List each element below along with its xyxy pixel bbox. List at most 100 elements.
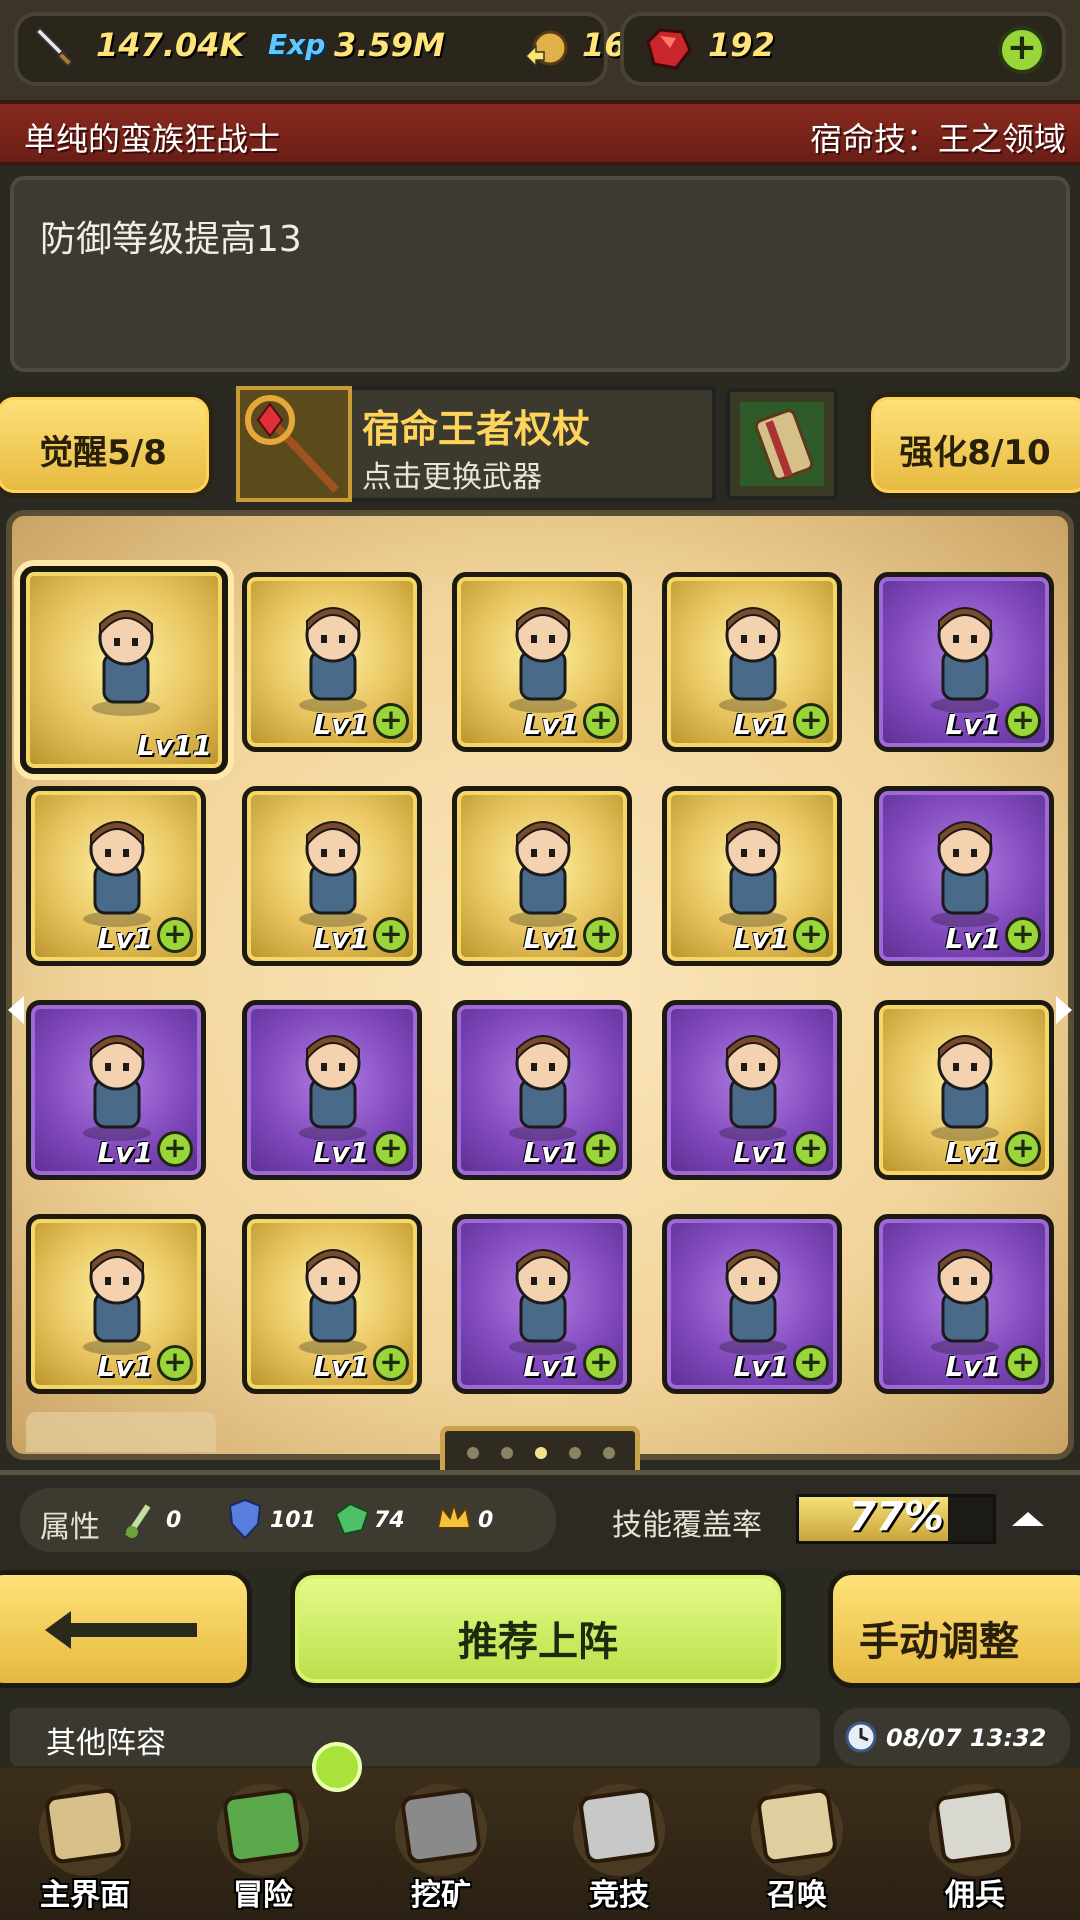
hero-card[interactable]: Lv1 + [26, 1214, 206, 1394]
hero-level: Lv1 [97, 1350, 153, 1383]
nav-label: 挖矿 [411, 1878, 471, 1913]
level-up-plus-icon[interactable]: + [373, 1131, 409, 1167]
expand-stats-arrow-icon[interactable] [1012, 1512, 1044, 1526]
hero-card[interactable]: Lv1 + [874, 1214, 1054, 1394]
hero-card[interactable]: Lv1 + [874, 786, 1054, 966]
nav-item[interactable]: 挖矿 [356, 1770, 526, 1920]
prev-page-arrow[interactable] [8, 996, 24, 1024]
hero-card[interactable]: Lv1 + [242, 572, 422, 752]
scepter-icon [245, 395, 339, 493]
nav-item[interactable]: 竞技 [534, 1770, 704, 1920]
silver-hair-girl-icon [285, 595, 381, 713]
page-dot[interactable] [501, 1447, 513, 1459]
weapon-name: 宿命王者权杖 [362, 407, 591, 451]
gem-value: 192 [708, 26, 775, 64]
hero-level: Lv1 [523, 1350, 579, 1383]
brown-hair-boy-icon [69, 1023, 165, 1141]
hero-card[interactable]: Lv1 + [662, 1214, 842, 1394]
change-weapon-hint: 点击更换武器 [362, 460, 542, 495]
awaken-button[interactable]: 觉醒5/8 [0, 392, 214, 498]
awaken-label: 觉醒5/8 [39, 433, 167, 473]
time-display: 08/07 13:32 [834, 1708, 1070, 1766]
pickaxe-icon [378, 1770, 504, 1880]
level-up-plus-icon[interactable]: + [793, 1131, 829, 1167]
shrine-maiden-icon [705, 595, 801, 713]
level-up-plus-icon[interactable]: + [157, 1131, 193, 1167]
sword-power-icon [34, 26, 74, 68]
armored-knight-icon [69, 809, 165, 927]
page-dot[interactable] [603, 1447, 615, 1459]
recommend-label: 推荐上阵 [458, 1619, 618, 1665]
manual-adjust-button[interactable]: 手动调整 [828, 1570, 1080, 1688]
hero-card[interactable]: Lv11 [20, 566, 228, 774]
scroll-slot[interactable] [726, 388, 838, 500]
golden-dragon-icon [495, 809, 591, 927]
weapon-slot[interactable] [236, 386, 352, 502]
crown-stat-icon [436, 1500, 472, 1529]
level-up-plus-icon[interactable]: + [1005, 703, 1041, 739]
green-hair-swordsman-icon [495, 1237, 591, 1355]
hero-level: Lv1 [97, 1136, 153, 1169]
level-up-plus-icon[interactable]: + [793, 1345, 829, 1381]
nav-item[interactable]: 主界面 [0, 1770, 170, 1920]
hero-level: Lv1 [733, 1136, 789, 1169]
level-up-plus-icon[interactable]: + [1005, 1131, 1041, 1167]
level-up-plus-icon[interactable]: + [373, 703, 409, 739]
yellow-robot-cat-icon [285, 1023, 381, 1141]
manual-label: 手动调整 [859, 1619, 1019, 1665]
level-up-plus-icon[interactable]: + [1005, 1345, 1041, 1381]
hero-level: Lv1 [523, 922, 579, 955]
hero-card[interactable]: Lv1 + [452, 1214, 632, 1394]
level-up-plus-icon[interactable]: + [1005, 917, 1041, 953]
level-up-plus-icon[interactable]: + [583, 703, 619, 739]
next-page-arrow[interactable] [1056, 996, 1072, 1024]
coverage-label: 技能覆盖率 [612, 1508, 762, 1543]
brown-hair-boy-icon [917, 809, 1013, 927]
yellow-robot-cat-icon [917, 1237, 1013, 1355]
hero-card[interactable]: Lv1 + [452, 786, 632, 966]
enhance-button[interactable]: 强化8/10 [866, 392, 1080, 498]
white-hair-elder-icon [917, 1023, 1013, 1141]
hero-card[interactable]: Lv1 + [242, 786, 422, 966]
page-dot[interactable] [467, 1447, 479, 1459]
time-value: 08/07 13:32 [886, 1724, 1047, 1752]
back-button[interactable] [0, 1570, 252, 1688]
level-up-plus-icon[interactable]: + [583, 917, 619, 953]
hero-level: Lv1 [97, 922, 153, 955]
hero-card[interactable]: Lv1 + [452, 572, 632, 752]
power-value: 147.04K [96, 26, 245, 64]
level-up-plus-icon[interactable]: + [793, 917, 829, 953]
nav-item[interactable]: 佣兵 [890, 1770, 1060, 1920]
recommend-lineup-button[interactable]: 推荐上阵 [290, 1570, 786, 1688]
hero-card[interactable]: Lv1 + [242, 1214, 422, 1394]
nav-item[interactable]: 冒险 [178, 1770, 348, 1920]
hero-card[interactable]: Lv1 + [26, 786, 206, 966]
attack-stat-value: 0 [166, 1508, 182, 1533]
hero-card[interactable]: Lv1 + [874, 572, 1054, 752]
add-gems-button[interactable]: + [998, 26, 1046, 74]
ruby-gem-icon [646, 28, 692, 70]
level-up-plus-icon[interactable]: + [157, 917, 193, 953]
nav-label: 竞技 [589, 1878, 649, 1913]
level-up-plus-icon[interactable]: + [793, 703, 829, 739]
shield-stat-icon [228, 1498, 262, 1540]
skill-description-box: 防御等级提高13 [10, 176, 1070, 372]
hero-card[interactable]: Lv1 + [452, 1000, 632, 1180]
hero-card[interactable]: Lv1 + [662, 572, 842, 752]
hero-card[interactable]: Lv1 + [662, 786, 842, 966]
level-up-plus-icon[interactable]: + [373, 917, 409, 953]
page-dot[interactable] [535, 1447, 547, 1459]
hero-level: Lv1 [523, 1136, 579, 1169]
hero-card[interactable]: Lv1 + [662, 1000, 842, 1180]
level-up-plus-icon[interactable]: + [157, 1345, 193, 1381]
hero-card[interactable]: Lv1 + [242, 1000, 422, 1180]
nav-item[interactable]: 召唤 [712, 1770, 882, 1920]
hero-card[interactable]: Lv1 + [874, 1000, 1054, 1180]
page-dot[interactable] [569, 1447, 581, 1459]
level-up-plus-icon[interactable]: + [583, 1131, 619, 1167]
level-up-plus-icon[interactable]: + [583, 1345, 619, 1381]
level-up-plus-icon[interactable]: + [373, 1345, 409, 1381]
other-lineup-bar[interactable]: 其他阵容 [10, 1708, 820, 1766]
summon-scroll-icon [734, 1770, 860, 1880]
hero-card[interactable]: Lv1 + [26, 1000, 206, 1180]
